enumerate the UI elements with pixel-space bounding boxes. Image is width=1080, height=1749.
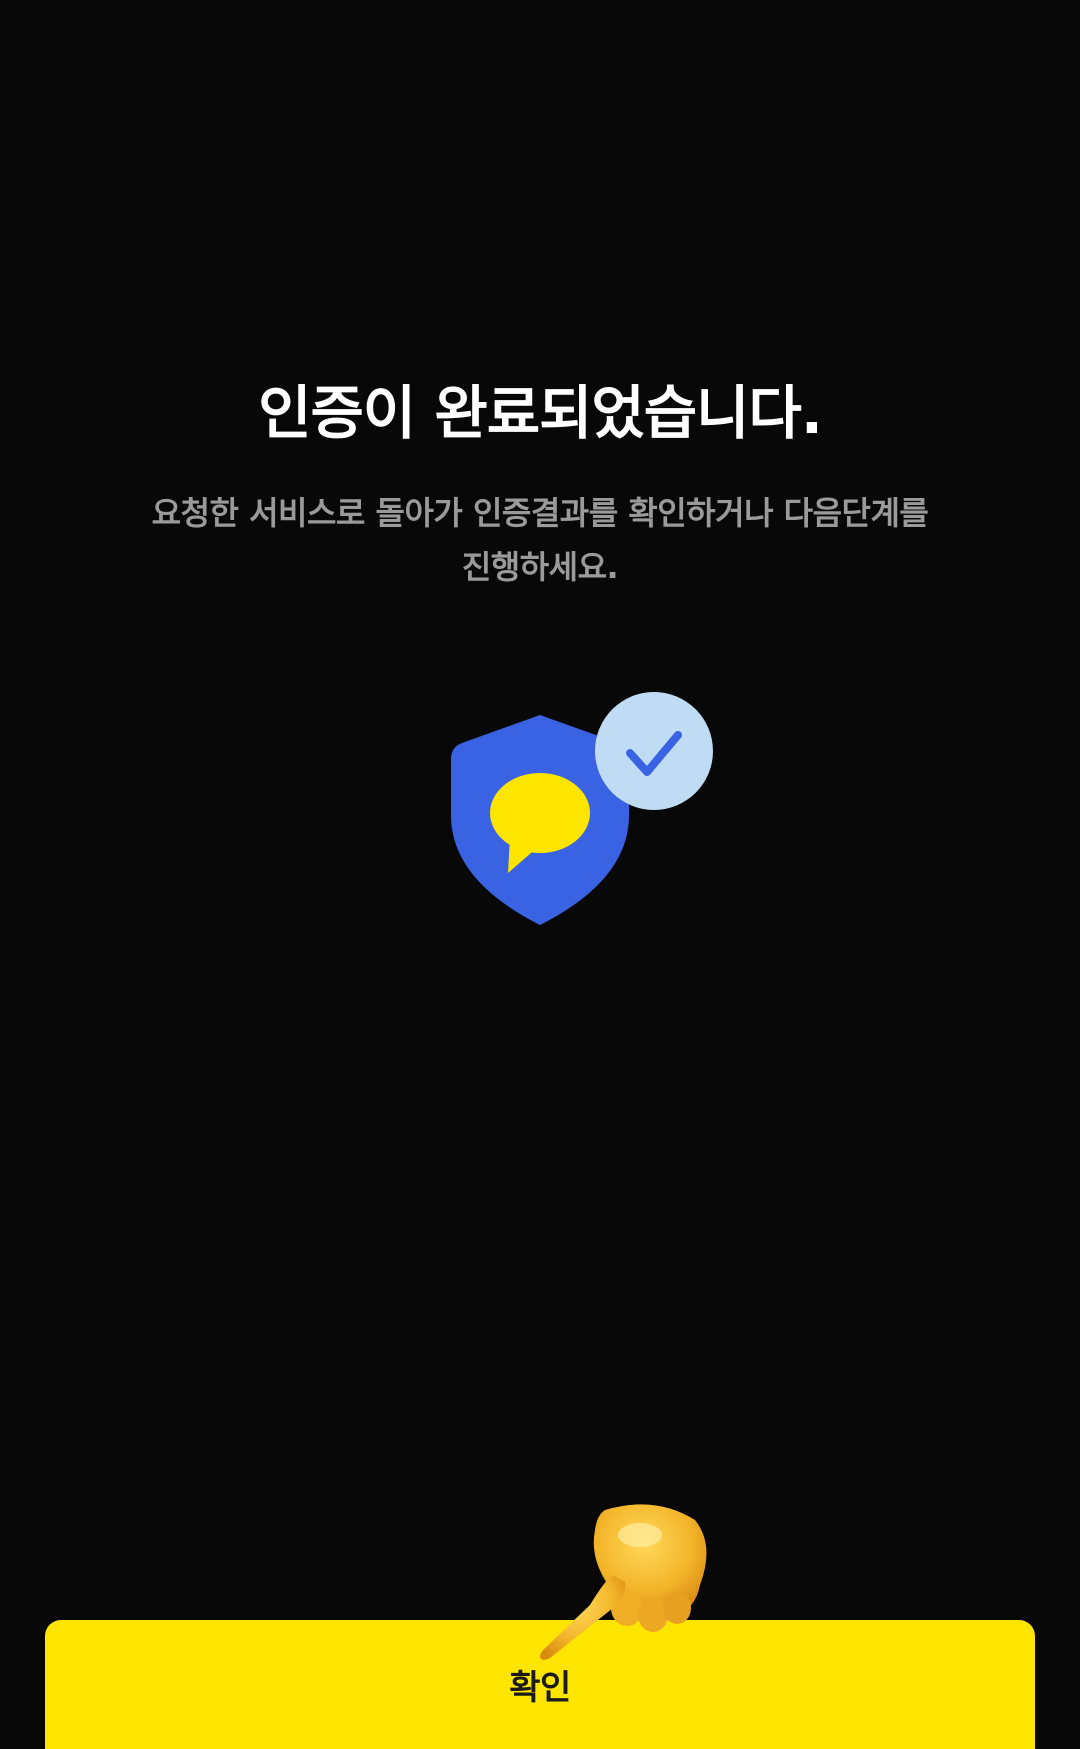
- completion-message: 요청한 서비스로 돌아가 인증결과를 확인하거나 다음단계를 진행하세요.: [120, 486, 960, 594]
- check-badge-icon: [595, 692, 713, 810]
- verification-illustration: [440, 685, 720, 930]
- completion-message-line-1: 요청한 서비스로 돌아가 인증결과를 확인하거나 다음단계를: [151, 494, 929, 532]
- completion-message-line-2: 진행하세요.: [461, 548, 619, 586]
- confirm-button-label: 확인: [509, 1669, 571, 1707]
- verification-complete-screen: 인증이 완료되었습니다. 요청한 서비스로 돌아가 인증결과를 확인하거나 다음…: [0, 0, 1080, 1749]
- confirm-button[interactable]: 확인: [45, 1620, 1035, 1749]
- page-title: 인증이 완료되었습니다.: [258, 379, 823, 447]
